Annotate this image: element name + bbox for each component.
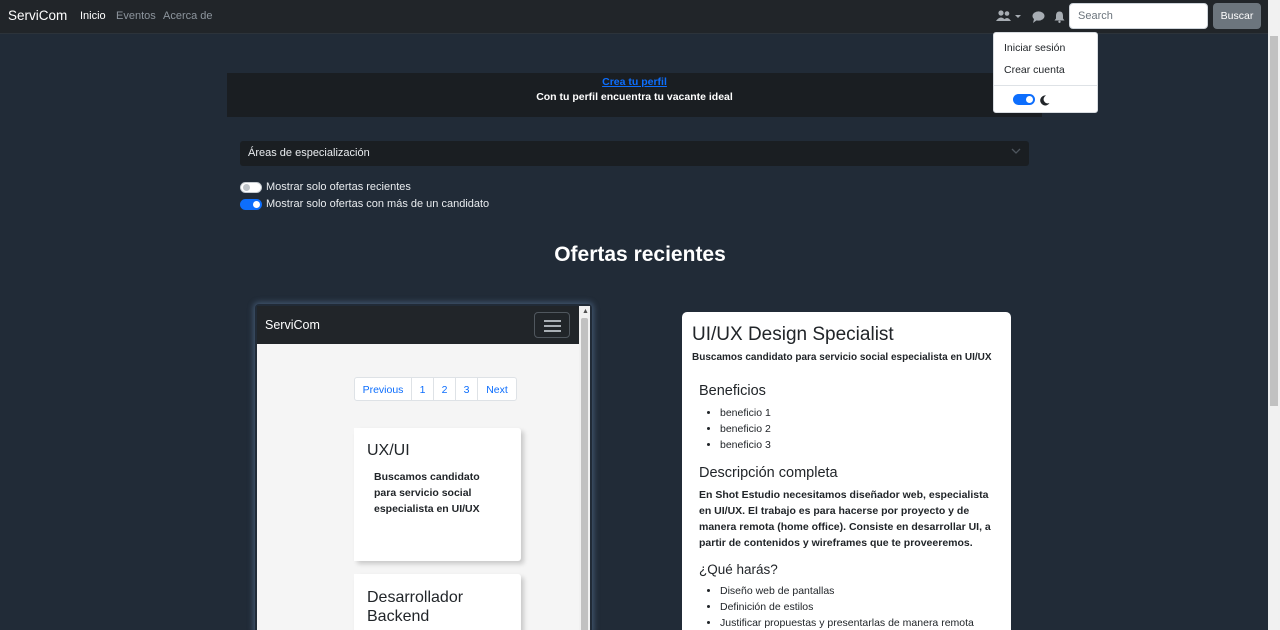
job-card[interactable]: Desarrollador Backend xyxy=(354,574,521,630)
pagination: Previous 1 2 3 Next xyxy=(354,377,517,401)
users-icon[interactable] xyxy=(996,9,1022,27)
recent-offers-switch[interactable] xyxy=(240,182,262,193)
nav-link-eventos[interactable]: Eventos xyxy=(116,10,156,22)
job-card-description: Buscamos candidato para servicio social … xyxy=(374,471,480,515)
top-navbar: ServiCom Inicio Eventos Acerca de Buscar xyxy=(0,0,1280,34)
specialization-select[interactable]: Áreas de especialización xyxy=(240,141,1029,166)
register-menu-item[interactable]: Crear cuenta xyxy=(1004,64,1065,76)
detail-subtitle: Buscamos candidato para servicio social … xyxy=(692,352,992,363)
toggle-knob xyxy=(1026,96,1033,103)
hamburger-menu-icon[interactable] xyxy=(534,312,570,338)
chevron-down-icon xyxy=(1011,145,1021,160)
mockup-brand[interactable]: ServiCom xyxy=(265,318,320,332)
list-item: beneficio 1 xyxy=(720,405,771,421)
benefits-heading: Beneficios xyxy=(699,383,766,399)
list-item: beneficio 3 xyxy=(720,437,771,453)
multi-candidate-switch[interactable] xyxy=(240,199,262,210)
menu-divider xyxy=(994,85,1097,86)
scroll-up-arrow-icon[interactable]: ▲ xyxy=(582,308,589,315)
job-card-title: Desarrollador Backend xyxy=(367,589,464,625)
pagination-page-3[interactable]: 3 xyxy=(456,378,478,400)
pagination-page-2[interactable]: 2 xyxy=(434,378,456,400)
dark-mode-toggle[interactable] xyxy=(1013,94,1035,105)
description-heading: Descripción completa xyxy=(699,465,838,481)
mobile-mockup-preview: ServiCom Previous 1 2 3 Next UX/UI Busca… xyxy=(257,306,590,630)
nav-link-inicio[interactable]: Inicio xyxy=(80,10,106,22)
bell-icon[interactable] xyxy=(1054,10,1065,28)
switch-knob xyxy=(243,184,250,191)
search-input[interactable] xyxy=(1069,3,1208,29)
detail-title: UI/UX Design Specialist xyxy=(692,324,894,345)
job-card[interactable]: UX/UI Buscamos candidato para servicio s… xyxy=(354,428,521,561)
pagination-page-1[interactable]: 1 xyxy=(412,378,434,400)
user-dropdown-menu: Iniciar sesión Crear cuenta xyxy=(993,32,1098,113)
mockup-navbar: ServiCom xyxy=(257,306,579,344)
page-scrollbar-thumb[interactable] xyxy=(1270,36,1278,406)
profile-banner: Crea tu perfil Con tu perfil encuentra t… xyxy=(227,73,1042,117)
section-title: Ofertas recientes xyxy=(554,243,726,266)
tasks-heading: ¿Qué harás? xyxy=(699,562,778,577)
nav-link-acerca[interactable]: Acerca de xyxy=(163,10,213,22)
chat-icon[interactable] xyxy=(1032,10,1045,28)
list-item: Definición de estilos xyxy=(720,599,974,615)
login-menu-item[interactable]: Iniciar sesión xyxy=(1004,42,1065,54)
list-item: Justificar propuestas y presentarlas de … xyxy=(720,615,974,630)
switch-knob xyxy=(253,201,260,208)
job-detail-card: UI/UX Design Specialist Buscamos candida… xyxy=(682,312,1011,630)
brand-logo[interactable]: ServiCom xyxy=(8,8,67,23)
specialization-select-label: Áreas de especialización xyxy=(248,147,370,159)
mockup-scrollbar-thumb[interactable] xyxy=(581,318,588,630)
multi-candidate-label: Mostrar solo ofertas con más de un candi… xyxy=(266,198,490,210)
banner-subtitle: Con tu perfil encuentra tu vacante ideal xyxy=(536,91,733,103)
tasks-list: Diseño web de pantallas Definición de es… xyxy=(720,583,974,630)
pagination-previous[interactable]: Previous xyxy=(355,378,412,400)
list-item: beneficio 2 xyxy=(720,421,771,437)
job-card-title: UX/UI xyxy=(367,442,410,459)
pagination-next[interactable]: Next xyxy=(478,378,516,400)
search-button[interactable]: Buscar xyxy=(1213,3,1261,29)
recent-offers-label: Mostrar solo ofertas recientes xyxy=(266,181,411,193)
benefits-list: beneficio 1 beneficio 2 beneficio 3 xyxy=(720,405,771,453)
list-item: Diseño web de pantallas xyxy=(720,583,974,599)
create-profile-link[interactable]: Crea tu perfil xyxy=(227,76,1042,88)
description-text: En Shot Estudio necesitamos diseñador we… xyxy=(699,489,991,549)
moon-icon xyxy=(1040,93,1050,111)
